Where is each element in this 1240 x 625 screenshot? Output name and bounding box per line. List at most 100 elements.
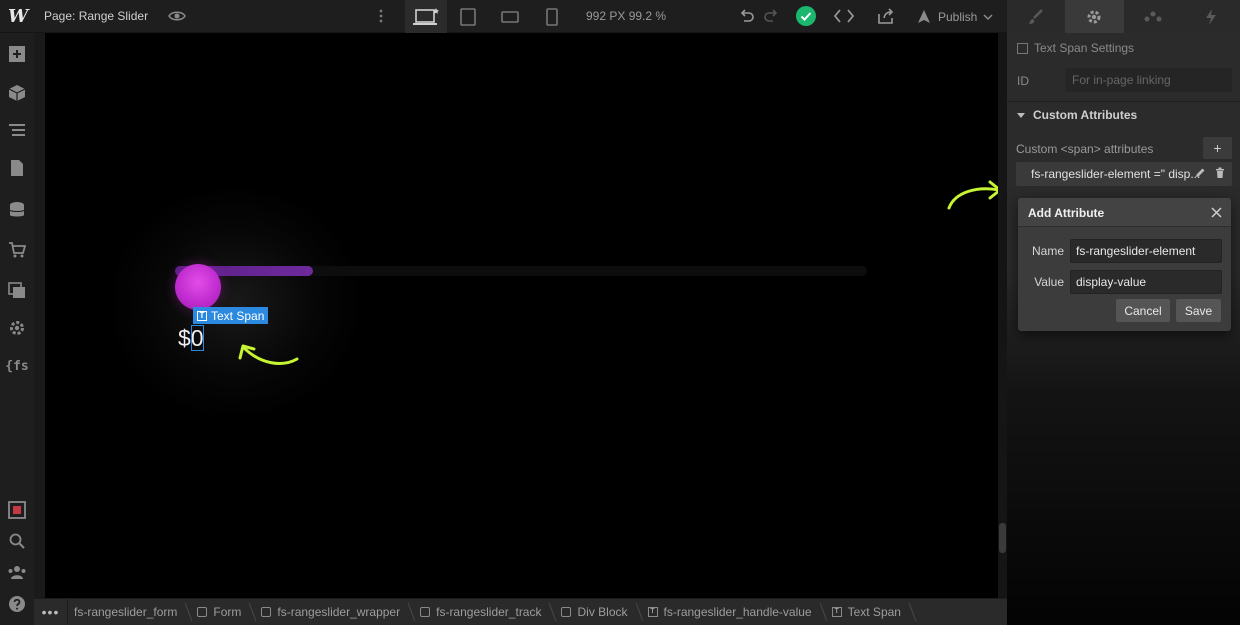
mobile-landscape-breakpoint-button[interactable] — [489, 0, 531, 33]
range-slider-track[interactable] — [175, 266, 867, 276]
breadcrumb-item[interactable]: fs-rangeslider_track — [414, 599, 555, 625]
pencil-icon[interactable] — [1194, 167, 1206, 179]
tab-style[interactable] — [1007, 0, 1065, 33]
trash-icon[interactable] — [1214, 167, 1226, 179]
ecommerce-button[interactable] — [6, 239, 28, 261]
redo-icon[interactable] — [763, 7, 779, 25]
dialog-title: Add Attribute — [1028, 206, 1105, 220]
panel-tabs — [1007, 0, 1240, 33]
more-options-icon[interactable] — [372, 6, 390, 26]
add-attribute-button[interactable]: + — [1203, 137, 1232, 159]
left-toolbar: {fs — [0, 33, 34, 625]
range-slider-handle[interactable] — [175, 264, 221, 310]
save-button[interactable]: Save — [1176, 299, 1221, 322]
app-square-button[interactable] — [6, 499, 28, 521]
box-icon — [197, 607, 208, 617]
plus-square-icon — [9, 46, 25, 62]
help-icon — [9, 596, 25, 612]
breadcrumb-item-label: fs-rangeslider_wrapper — [277, 605, 401, 619]
canvas-left-gutter — [34, 33, 45, 598]
settings-title: Text Span Settings — [1017, 41, 1134, 55]
finsweet-extension-button[interactable]: {fs — [5, 355, 28, 377]
export-icon[interactable] — [876, 6, 896, 26]
tab-lightning[interactable] — [1182, 0, 1240, 33]
breadcrumb-item[interactable]: fs-rangeslider_form — [68, 599, 191, 625]
components-button[interactable] — [6, 82, 28, 104]
custom-attributes-section-header[interactable]: Custom Attributes — [1017, 108, 1137, 122]
collaborators-button[interactable] — [6, 561, 28, 583]
page-selector[interactable]: Page: Range Slider — [44, 9, 148, 23]
desktop-star-icon — [413, 7, 439, 25]
cube-icon — [8, 85, 26, 101]
id-label: ID — [1017, 74, 1029, 88]
breadcrumb-item-label: Div Block — [577, 605, 628, 619]
tab-settings[interactable] — [1065, 0, 1124, 33]
top-bar: W Page: Range Slider 992 PX 99.2 % Publi… — [0, 0, 1007, 33]
help-button[interactable] — [6, 593, 28, 615]
text-box-icon: T — [831, 607, 842, 617]
cancel-button[interactable]: Cancel — [1116, 299, 1170, 322]
tablet-icon — [460, 7, 476, 26]
caret-down-icon — [1017, 112, 1025, 118]
annotation-arrow-left-icon — [238, 344, 299, 365]
name-label: Name — [1031, 244, 1064, 258]
desktop-breakpoint-button[interactable] — [405, 0, 447, 33]
rocket-icon — [918, 9, 930, 23]
project-settings-button[interactable] — [6, 317, 28, 339]
display-value-text[interactable]: $0 — [178, 325, 204, 351]
breadcrumb-item[interactable]: fs-rangeslider_wrapper — [255, 599, 414, 625]
id-input[interactable]: For in-page linking — [1065, 68, 1232, 92]
breadcrumb-item[interactable]: Form — [191, 599, 255, 625]
canvas-width-readout: 992 PX 99.2 % — [586, 9, 667, 23]
search-button[interactable] — [6, 530, 28, 552]
attribute-row-label: fs-rangeslider-element =" disp... — [1031, 167, 1201, 181]
box-icon — [420, 607, 431, 617]
add-elements-button[interactable] — [6, 43, 28, 65]
users-icon — [8, 566, 26, 579]
selected-text-span[interactable]: 0 — [190, 325, 204, 351]
breadcrumb-more-button[interactable]: ••• — [34, 598, 68, 625]
assets-button[interactable] — [6, 279, 28, 301]
name-input[interactable]: fs-rangeslider-element — [1070, 239, 1222, 263]
page-icon — [11, 160, 23, 176]
mobile-portrait-breakpoint-button[interactable] — [531, 0, 573, 33]
code-icon[interactable] — [833, 6, 855, 26]
selected-element-tag: T Text Span — [193, 307, 269, 324]
publish-button[interactable]: Publish — [914, 0, 1002, 33]
breadcrumb-item[interactable]: Div Block — [555, 599, 641, 625]
undo-icon[interactable] — [738, 7, 756, 25]
navigator-button[interactable] — [6, 119, 28, 141]
canvas-scrollbar[interactable] — [998, 33, 1007, 598]
mobile-portrait-icon — [546, 7, 558, 26]
cms-button[interactable] — [6, 199, 28, 221]
design-canvas[interactable]: T Text Span $0 — [45, 33, 1002, 598]
breakpoint-selector — [405, 0, 573, 33]
webflow-logo[interactable]: W — [8, 6, 30, 27]
handle-glow — [105, 183, 365, 423]
selected-element-tag-label: Text Span — [211, 308, 265, 323]
cart-icon — [9, 242, 26, 258]
tablet-breakpoint-button[interactable] — [447, 0, 489, 33]
breadcrumb-item-label: fs-rangeslider_handle-value — [663, 605, 812, 619]
custom-attributes-label: Custom <span> attributes — [1016, 142, 1154, 156]
search-icon — [9, 533, 25, 549]
images-icon — [8, 282, 25, 298]
attribute-row[interactable]: fs-rangeslider-element =" disp... — [1016, 162, 1232, 186]
database-icon — [9, 202, 25, 217]
lightning-icon — [1205, 8, 1216, 25]
eye-icon[interactable] — [168, 7, 186, 25]
text-span-settings-icon — [1017, 42, 1028, 54]
breadcrumb-item[interactable]: Tfs-rangeslider_handle-value — [642, 599, 826, 625]
value-input[interactable]: display-value — [1070, 270, 1222, 294]
value-prefix: $ — [178, 325, 191, 351]
section-divider — [1007, 101, 1240, 102]
value-label: Value — [1034, 275, 1064, 289]
app-square-icon — [8, 501, 26, 519]
breadcrumb-item[interactable]: T Text Span — [826, 599, 915, 625]
canvas-scrollbar-thumb[interactable] — [999, 523, 1006, 553]
cog-icon — [10, 321, 24, 335]
text-box-icon: T — [647, 607, 658, 617]
tab-interactions[interactable] — [1124, 0, 1182, 33]
close-icon[interactable] — [1210, 206, 1223, 219]
pages-button[interactable] — [6, 157, 28, 179]
